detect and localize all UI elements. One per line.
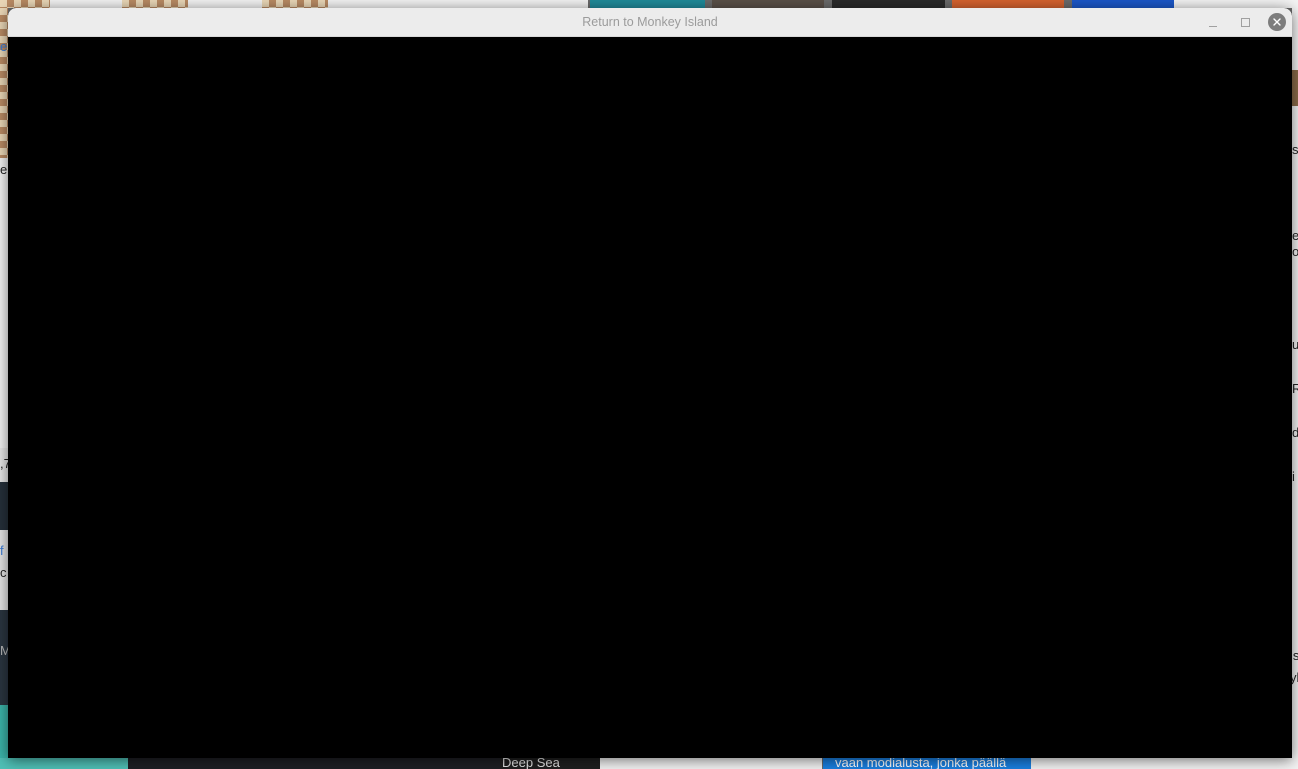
game-canvas[interactable] <box>8 37 1292 758</box>
bg-edge-text: u <box>1292 337 1298 352</box>
bg-highlight-text: vaan modialusta, jonka päällä <box>835 758 1007 769</box>
bg-panel <box>328 0 588 8</box>
maximize-icon <box>1240 17 1250 27</box>
bg-edge-text: d <box>1292 425 1298 440</box>
window-title: Return to Monkey Island <box>582 15 718 29</box>
bg-edge-text: e <box>0 162 8 177</box>
bg-panel <box>188 0 262 8</box>
bg-thumb <box>590 0 705 8</box>
bg-edge-text: c <box>0 565 7 580</box>
bg-panel <box>0 158 8 448</box>
bg-edge-text: R <box>1292 381 1298 396</box>
game-window: Return to Monkey Island <box>8 8 1292 758</box>
bg-thumb <box>1292 70 1298 106</box>
bg-thumb <box>1072 0 1174 8</box>
bg-highlight-box: vaan modialusta, jonka päällä <box>823 758 1031 769</box>
bg-caption-text: Deep Sea <box>502 758 560 769</box>
bg-edge-text: i <box>1292 469 1295 484</box>
window-titlebar[interactable]: Return to Monkey Island <box>8 8 1292 37</box>
bg-chess-thumb <box>0 8 8 158</box>
close-button[interactable] <box>1267 12 1287 32</box>
bg-panel <box>50 0 122 8</box>
bg-chess-thumb <box>122 0 188 8</box>
minimize-button[interactable] <box>1203 12 1223 32</box>
bg-thumb <box>712 0 824 8</box>
bg-thumb <box>952 0 1064 8</box>
bg-edge-text: s <box>1292 142 1298 157</box>
bg-thumb <box>128 758 500 769</box>
bg-edge-text: e <box>1292 228 1298 243</box>
bg-edge-text: f <box>0 543 4 558</box>
bg-thumb <box>832 0 945 8</box>
bg-chess-thumb <box>262 0 328 8</box>
close-icon <box>1268 13 1286 31</box>
bg-panel <box>1031 758 1298 769</box>
bg-panel <box>600 758 822 769</box>
bg-thumb <box>0 758 128 769</box>
bg-caption-box: Deep Sea <box>500 758 600 769</box>
bg-panel <box>0 482 8 530</box>
bg-chess-thumb <box>0 0 50 8</box>
bg-edge-text: e <box>0 39 8 54</box>
bg-edge-text: o <box>1292 244 1298 259</box>
maximize-button[interactable] <box>1235 12 1255 32</box>
bg-panel <box>1174 0 1298 8</box>
minimize-icon <box>1209 18 1217 27</box>
